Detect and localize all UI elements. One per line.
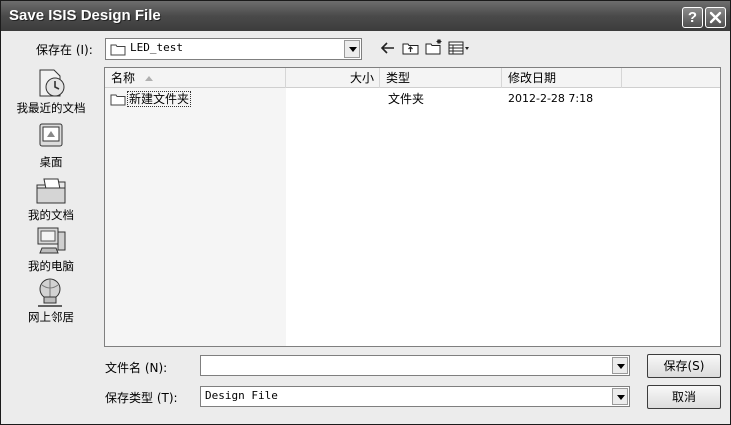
sorted-column-shade [105, 88, 286, 346]
place-label-desktop: 桌面 [39, 155, 63, 169]
place-desktop[interactable]: 桌面 [11, 120, 91, 170]
filetype-value: Design File [205, 389, 278, 402]
table-row[interactable]: 新建文件夹 文件夹 2012-2-28 7:18 [105, 90, 720, 108]
file-modified-cell: 2012-2-28 7:18 [508, 92, 594, 105]
chevron-down-icon[interactable] [612, 388, 628, 405]
back-icon[interactable] [380, 41, 396, 55]
my-documents-icon [36, 178, 66, 204]
place-network[interactable]: 网上邻居 [11, 275, 91, 325]
my-computer-icon [37, 227, 66, 254]
sort-ascending-icon [145, 76, 153, 81]
file-size-cell [286, 90, 376, 108]
place-label-network: 网上邻居 [28, 310, 74, 324]
close-icon [709, 11, 722, 24]
views-menu-icon[interactable] [448, 41, 472, 55]
place-label-recent: 我最近的文档 [16, 101, 86, 115]
place-label-my-documents: 我的文档 [28, 208, 74, 222]
column-size-header[interactable]: 大小 [286, 68, 380, 88]
title-bar[interactable]: Save ISIS Design File ? [1, 1, 730, 31]
save-in-label: 保存在 (I): [36, 43, 93, 57]
desktop-icon [39, 123, 63, 147]
place-my-computer[interactable]: 我的电脑 [11, 224, 91, 274]
save-in-dropdown[interactable]: LED_test [105, 38, 362, 60]
filetype-label: 保存类型 (T): [105, 391, 178, 405]
file-name-cell: 新建文件夹 [127, 91, 192, 107]
file-type-cell: 文件夹 [388, 92, 425, 106]
save-button[interactable]: 保存(S) [647, 354, 721, 378]
column-type-header[interactable]: 类型 [380, 68, 502, 88]
column-name-header[interactable]: 名称 [105, 68, 286, 88]
folder-icon [110, 44, 126, 56]
place-recent-documents[interactable]: 我最近的文档 [11, 66, 91, 116]
column-modified-header[interactable]: 修改日期 [502, 68, 622, 88]
filetype-dropdown[interactable]: Design File [200, 386, 630, 407]
column-name-label: 名称 [111, 71, 136, 85]
chevron-down-icon[interactable] [344, 40, 360, 58]
save-in-value: LED_test [130, 41, 183, 54]
new-folder-icon[interactable] [425, 38, 443, 55]
chevron-down-icon[interactable] [612, 357, 628, 374]
cancel-button[interactable]: 取消 [647, 385, 721, 409]
save-dialog: Save ISIS Design File ? 保存在 (I): LED_tes… [0, 0, 731, 425]
filename-input[interactable] [200, 355, 630, 376]
up-folder-icon[interactable] [402, 40, 419, 55]
help-button[interactable]: ? [682, 7, 703, 28]
network-places-icon [38, 278, 62, 307]
file-list[interactable]: 名称 大小 类型 修改日期 新建文件夹 文件夹 2012-2-28 7:18 [104, 67, 721, 347]
file-list-header: 名称 大小 类型 修改日期 [105, 68, 720, 88]
dialog-title: Save ISIS Design File [9, 7, 161, 24]
place-label-my-computer: 我的电脑 [28, 259, 74, 273]
place-my-documents[interactable]: 我的文档 [11, 173, 91, 223]
folder-icon [110, 94, 126, 106]
recent-documents-icon [39, 69, 65, 97]
filename-label: 文件名 (N): [105, 361, 168, 375]
close-button[interactable] [705, 7, 726, 28]
